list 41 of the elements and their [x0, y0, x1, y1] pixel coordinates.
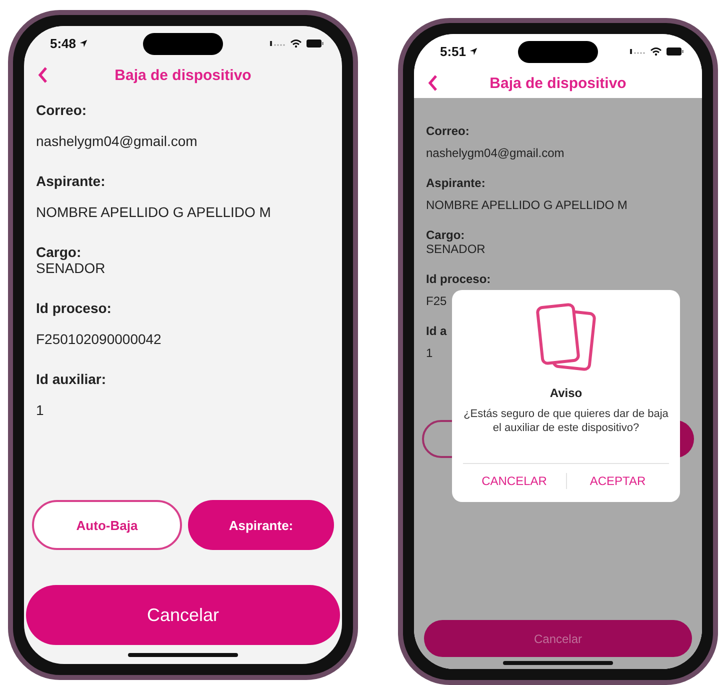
signal-icon	[630, 48, 646, 54]
location-arrow-icon	[79, 38, 88, 48]
dialog-title: Aviso	[550, 386, 582, 400]
location-arrow-icon	[469, 46, 478, 56]
field-label: Cargo:	[36, 244, 82, 260]
dialog-action-button[interactable]: CANCELAR	[463, 468, 566, 494]
aspirante-button[interactable]: Aspirante:	[188, 500, 334, 550]
field-label: Id auxiliar:	[36, 371, 108, 387]
field-value: F250102090000042	[36, 331, 162, 347]
field-value: SENADOR	[426, 242, 486, 256]
field-value: nashelygm04@gmail.com	[36, 133, 198, 149]
field-label: Cargo:	[426, 228, 466, 242]
screen-title: Baja de dispositivo	[490, 74, 626, 92]
field-label: Id proceso:	[426, 272, 492, 286]
dialog-action-button[interactable]: ACEPTAR	[566, 468, 669, 494]
auto-baja-button[interactable]: Auto-Baja	[32, 500, 182, 550]
field-value: NOMBRE APELLIDO G APELLIDO M	[36, 204, 272, 220]
field-label: Id a	[426, 324, 448, 338]
field-value: 1	[426, 346, 434, 360]
dialog-message: ¿Estás seguro de que quieres dar de baja el auxiliar de este dispositivo?	[462, 407, 670, 436]
battery-icon	[306, 38, 324, 48]
field-label: Id proceso:	[36, 300, 112, 316]
wifi-icon	[650, 46, 662, 56]
status-time: 5:48	[50, 36, 76, 50]
field-value: F25	[426, 294, 448, 308]
wifi-icon	[290, 38, 302, 48]
battery-icon	[666, 46, 684, 56]
field-label: Correo:	[36, 102, 88, 118]
field-value: NOMBRE APELLIDO G APELLIDO M	[426, 198, 628, 212]
field-label: Aspirante:	[426, 176, 486, 190]
signal-icon	[270, 40, 286, 46]
status-time: 5:51	[440, 44, 466, 58]
field-value: 1	[36, 402, 45, 418]
back-icon[interactable]	[38, 67, 48, 83]
field-label: Correo:	[426, 124, 470, 138]
screen-title: Baja de dispositivo	[114, 66, 252, 84]
field-value: SENADOR	[36, 260, 106, 276]
cancel-button[interactable]: Cancelar	[26, 585, 340, 645]
field-label: Aspirante:	[36, 173, 106, 189]
field-value: nashelygm04@gmail.com	[426, 146, 566, 160]
back-icon[interactable]	[428, 75, 438, 91]
